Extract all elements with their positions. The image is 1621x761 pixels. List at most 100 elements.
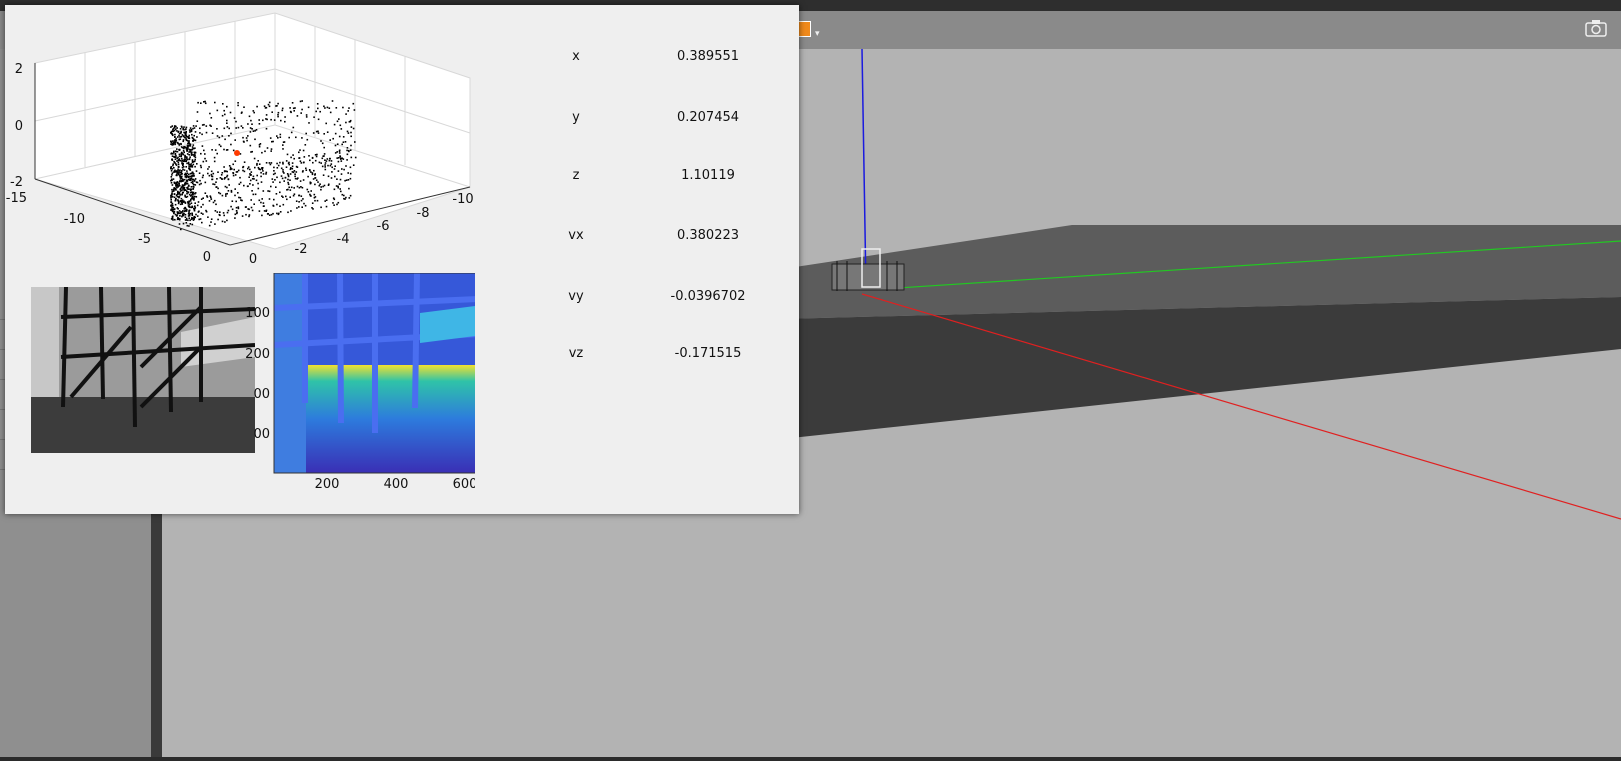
pointcloud-point (305, 167, 307, 170)
pointcloud-point (193, 175, 195, 177)
pointcloud-point (183, 188, 185, 190)
pointcloud-point (256, 164, 258, 166)
pointcloud-point (215, 203, 217, 206)
pointcloud-point (281, 107, 284, 110)
pointcloud-point (205, 125, 208, 127)
pointcloud-point (288, 186, 290, 189)
pointcloud-point (346, 149, 348, 152)
pointcloud-point (247, 167, 249, 170)
pointcloud-point (256, 174, 258, 177)
pointcloud-point (267, 103, 270, 106)
pointcloud-point (178, 183, 180, 186)
pointcloud-point (208, 166, 210, 168)
pointcloud-point (230, 143, 232, 146)
pointcloud-point (223, 166, 225, 168)
pointcloud-point (178, 201, 180, 203)
pointcloud-point (310, 171, 312, 173)
pointcloud-point (287, 162, 290, 165)
pointcloud-point (301, 206, 303, 208)
pointcloud-point (258, 210, 261, 212)
pointcloud-point (173, 171, 175, 173)
pointcloud-point (252, 130, 255, 132)
pointcloud-point (272, 181, 274, 183)
x-tick-label: 0 (203, 250, 211, 265)
pointcloud-point (326, 131, 329, 133)
robot-position-marker (234, 150, 240, 156)
pointcloud-point (266, 213, 269, 215)
pointcloud-plot[interactable]: 20-2-15-10-50 0-2-4-6-8-10 (5, 5, 495, 275)
pointcloud-point (179, 138, 182, 140)
depth-x-tick-label: 200 (315, 477, 340, 492)
camera-icon[interactable] (1585, 19, 1607, 41)
pointcloud-point (301, 108, 303, 111)
pointcloud-point (275, 186, 277, 188)
pointcloud-point (269, 163, 272, 166)
pointcloud-point (210, 221, 212, 223)
pointcloud-point (320, 188, 322, 191)
pointcloud-point (188, 129, 191, 131)
y-tick-label: -6 (377, 219, 390, 234)
depth-image-plot[interactable]: 200 400 600 100 200 00 00 (235, 273, 475, 503)
pointcloud-point (239, 176, 241, 179)
pointcloud-point (178, 166, 180, 168)
pointcloud-point (181, 189, 183, 191)
pointcloud-point (287, 174, 290, 176)
pointcloud-point (173, 187, 175, 189)
x-tick-label: -15 (6, 191, 27, 206)
pointcloud-point (196, 163, 198, 165)
pointcloud-point (212, 172, 215, 175)
pointcloud-point (249, 179, 252, 182)
pointcloud-point (249, 131, 252, 133)
pointcloud-point (191, 159, 194, 161)
pointcloud-point (232, 174, 235, 177)
pointcloud-point (210, 196, 212, 199)
pointcloud-point (226, 126, 229, 128)
pointcloud-point (274, 172, 276, 175)
pointcloud-point (196, 136, 198, 138)
pointcloud-point (180, 155, 182, 158)
pointcloud-point (320, 162, 322, 164)
pointcloud-point (350, 144, 352, 147)
pointcloud-point (181, 157, 183, 160)
pointcloud-point (245, 137, 248, 139)
pointcloud-point (171, 172, 174, 174)
pointcloud-point (203, 101, 205, 103)
pointcloud-point (298, 201, 300, 203)
pointcloud-point (307, 191, 310, 193)
pointcloud-point (173, 210, 176, 213)
pointcloud-point (354, 156, 357, 159)
pointcloud-point (254, 166, 256, 169)
chevron-down-icon[interactable]: ▾ (815, 29, 820, 39)
pointcloud-point (222, 212, 225, 214)
pointcloud-point (301, 100, 303, 102)
pointcloud-point (311, 172, 314, 174)
pointcloud-point (313, 193, 316, 196)
pointcloud-point (248, 115, 251, 118)
pointcloud-point (289, 196, 291, 198)
pointcloud-point (193, 209, 196, 211)
pointcloud-point (170, 201, 173, 204)
pointcloud-point (337, 170, 340, 172)
pointcloud-point (179, 159, 182, 162)
pointcloud-point (318, 184, 321, 187)
pointcloud-point (237, 169, 240, 172)
pointcloud-point (187, 147, 189, 149)
pointcloud-point (227, 178, 230, 181)
pointcloud-point (334, 132, 337, 135)
y-tick-label: -2 (295, 242, 308, 257)
pointcloud-point (181, 191, 184, 194)
pointcloud-point (221, 194, 224, 197)
pointcloud-point (340, 190, 342, 193)
x-tick-label: -10 (64, 212, 85, 227)
pointcloud-point (315, 179, 318, 181)
pointcloud-point (170, 141, 173, 144)
pointcloud-point (209, 112, 211, 115)
pointcloud-point (223, 109, 225, 112)
pointcloud-point (254, 138, 256, 141)
pointcloud-point (174, 153, 177, 156)
pointcloud-point (336, 203, 338, 206)
pointcloud-point (309, 159, 311, 162)
pointcloud-point (201, 221, 203, 224)
pointcloud-point (323, 105, 325, 108)
pointcloud-point (181, 161, 183, 163)
